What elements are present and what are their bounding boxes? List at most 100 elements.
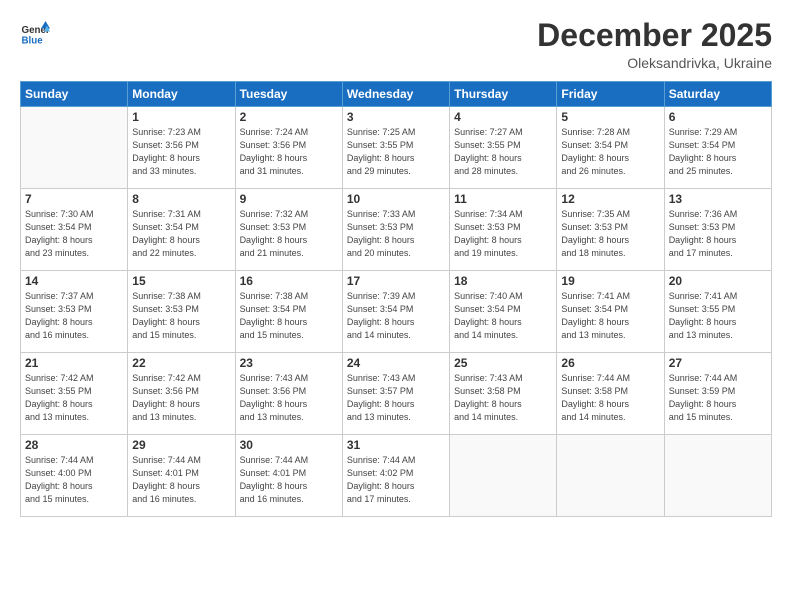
day-info: Sunrise: 7:44 AMSunset: 4:00 PMDaylight:… — [25, 454, 123, 506]
calendar-week-row: 28Sunrise: 7:44 AMSunset: 4:00 PMDayligh… — [21, 435, 772, 517]
calendar-cell: 10 Sunrise: 7:33 AMSunset: 3:53 PMDayligh… — [342, 189, 449, 271]
day-info: Sunrise: 7:35 AMSunset: 3:53 PMDaylight:… — [561, 208, 659, 260]
col-thursday: Thursday — [450, 82, 557, 107]
day-number: 6 — [669, 110, 767, 124]
day-number: 19 — [561, 274, 659, 288]
col-sunday: Sunday — [21, 82, 128, 107]
calendar-cell: 21 Sunrise: 7:42 AMSunset: 3:55 PMDayligh… — [21, 353, 128, 435]
calendar-cell: 20 Sunrise: 7:41 AMSunset: 3:55 PMDayligh… — [664, 271, 771, 353]
day-info: Sunrise: 7:43 AMSunset: 3:57 PMDaylight:… — [347, 372, 445, 424]
day-info: Sunrise: 7:43 AMSunset: 3:58 PMDaylight:… — [454, 372, 552, 424]
day-number: 24 — [347, 356, 445, 370]
calendar-cell: 24 Sunrise: 7:43 AMSunset: 3:57 PMDayligh… — [342, 353, 449, 435]
day-info: Sunrise: 7:42 AMSunset: 3:56 PMDaylight:… — [132, 372, 230, 424]
day-number: 13 — [669, 192, 767, 206]
calendar-cell: 5 Sunrise: 7:28 AMSunset: 3:54 PMDaylight… — [557, 107, 664, 189]
calendar-cell: 9 Sunrise: 7:32 AMSunset: 3:53 PMDaylight… — [235, 189, 342, 271]
calendar-cell: 18 Sunrise: 7:40 AMSunset: 3:54 PMDayligh… — [450, 271, 557, 353]
day-number: 12 — [561, 192, 659, 206]
day-info: Sunrise: 7:30 AMSunset: 3:54 PMDaylight:… — [25, 208, 123, 260]
logo-icon: General Blue — [20, 18, 50, 48]
svg-text:Blue: Blue — [22, 36, 44, 47]
day-number: 17 — [347, 274, 445, 288]
day-info: Sunrise: 7:44 AMSunset: 4:01 PMDaylight:… — [132, 454, 230, 506]
calendar-cell: 16 Sunrise: 7:38 AMSunset: 3:54 PMDayligh… — [235, 271, 342, 353]
calendar-week-row: 21 Sunrise: 7:42 AMSunset: 3:55 PMDayligh… — [21, 353, 772, 435]
day-number: 18 — [454, 274, 552, 288]
calendar-body: 1 Sunrise: 7:23 AMSunset: 3:56 PMDaylight… — [21, 107, 772, 517]
calendar-week-row: 1 Sunrise: 7:23 AMSunset: 3:56 PMDaylight… — [21, 107, 772, 189]
calendar-cell: 22 Sunrise: 7:42 AMSunset: 3:56 PMDayligh… — [128, 353, 235, 435]
day-number: 26 — [561, 356, 659, 370]
calendar-table: Sunday Monday Tuesday Wednesday Thursday… — [20, 81, 772, 517]
day-number: 10 — [347, 192, 445, 206]
day-number: 5 — [561, 110, 659, 124]
calendar-cell — [557, 435, 664, 517]
day-info: Sunrise: 7:38 AMSunset: 3:54 PMDaylight:… — [240, 290, 338, 342]
calendar-cell: 15Sunrise: 7:38 AMSunset: 3:53 PMDayligh… — [128, 271, 235, 353]
day-number: 11 — [454, 192, 552, 206]
calendar-cell: 7 Sunrise: 7:30 AMSunset: 3:54 PMDaylight… — [21, 189, 128, 271]
calendar-cell: 14 Sunrise: 7:37 AMSunset: 3:53 PMDayligh… — [21, 271, 128, 353]
day-info: Sunrise: 7:31 AMSunset: 3:54 PMDaylight:… — [132, 208, 230, 260]
calendar-page: General Blue December 2025 Oleksandrivka… — [0, 0, 792, 612]
calendar-week-row: 7 Sunrise: 7:30 AMSunset: 3:54 PMDaylight… — [21, 189, 772, 271]
day-info: Sunrise: 7:33 AMSunset: 3:53 PMDaylight:… — [347, 208, 445, 260]
day-number: 21 — [25, 356, 123, 370]
col-friday: Friday — [557, 82, 664, 107]
day-info: Sunrise: 7:44 AMSunset: 4:02 PMDaylight:… — [347, 454, 445, 506]
day-info: Sunrise: 7:41 AMSunset: 3:54 PMDaylight:… — [561, 290, 659, 342]
day-number: 16 — [240, 274, 338, 288]
day-info: Sunrise: 7:39 AMSunset: 3:54 PMDaylight:… — [347, 290, 445, 342]
day-number: 29 — [132, 438, 230, 452]
calendar-cell: 2 Sunrise: 7:24 AMSunset: 3:56 PMDaylight… — [235, 107, 342, 189]
day-number: 8 — [132, 192, 230, 206]
day-info: Sunrise: 7:29 AMSunset: 3:54 PMDaylight:… — [669, 126, 767, 178]
day-info: Sunrise: 7:44 AMSunset: 3:58 PMDaylight:… — [561, 372, 659, 424]
day-info: Sunrise: 7:37 AMSunset: 3:53 PMDaylight:… — [25, 290, 123, 342]
calendar-cell: 23Sunrise: 7:43 AMSunset: 3:56 PMDayligh… — [235, 353, 342, 435]
day-number: 14 — [25, 274, 123, 288]
calendar-week-row: 14 Sunrise: 7:37 AMSunset: 3:53 PMDayligh… — [21, 271, 772, 353]
day-number: 20 — [669, 274, 767, 288]
day-info: Sunrise: 7:32 AMSunset: 3:53 PMDaylight:… — [240, 208, 338, 260]
day-number: 30 — [240, 438, 338, 452]
day-number: 1 — [132, 110, 230, 124]
calendar-cell: 19 Sunrise: 7:41 AMSunset: 3:54 PMDayligh… — [557, 271, 664, 353]
day-info: Sunrise: 7:43 AMSunset: 3:56 PMDaylight:… — [240, 372, 338, 424]
day-info: Sunrise: 7:24 AMSunset: 3:56 PMDaylight:… — [240, 126, 338, 178]
calendar-cell: 25 Sunrise: 7:43 AMSunset: 3:58 PMDayligh… — [450, 353, 557, 435]
day-info: Sunrise: 7:36 AMSunset: 3:53 PMDaylight:… — [669, 208, 767, 260]
day-number: 2 — [240, 110, 338, 124]
col-monday: Monday — [128, 82, 235, 107]
logo: General Blue — [20, 18, 54, 48]
calendar-cell: 30Sunrise: 7:44 AMSunset: 4:01 PMDayligh… — [235, 435, 342, 517]
day-info: Sunrise: 7:40 AMSunset: 3:54 PMDaylight:… — [454, 290, 552, 342]
calendar-cell: 29 Sunrise: 7:44 AMSunset: 4:01 PMDayligh… — [128, 435, 235, 517]
title-block: December 2025 Oleksandrivka, Ukraine — [537, 18, 772, 71]
col-wednesday: Wednesday — [342, 82, 449, 107]
calendar-cell — [21, 107, 128, 189]
calendar-cell: 13 Sunrise: 7:36 AMSunset: 3:53 PMDayligh… — [664, 189, 771, 271]
day-info: Sunrise: 7:34 AMSunset: 3:53 PMDaylight:… — [454, 208, 552, 260]
day-info: Sunrise: 7:28 AMSunset: 3:54 PMDaylight:… — [561, 126, 659, 178]
day-info: Sunrise: 7:25 AMSunset: 3:55 PMDaylight:… — [347, 126, 445, 178]
day-number: 7 — [25, 192, 123, 206]
day-info: Sunrise: 7:44 AMSunset: 3:59 PMDaylight:… — [669, 372, 767, 424]
calendar-cell: 31Sunrise: 7:44 AMSunset: 4:02 PMDayligh… — [342, 435, 449, 517]
day-number: 27 — [669, 356, 767, 370]
calendar-cell: 4Sunrise: 7:27 AMSunset: 3:55 PMDaylight… — [450, 107, 557, 189]
day-number: 22 — [132, 356, 230, 370]
day-number: 9 — [240, 192, 338, 206]
day-number: 25 — [454, 356, 552, 370]
location-subtitle: Oleksandrivka, Ukraine — [537, 55, 772, 71]
day-info: Sunrise: 7:42 AMSunset: 3:55 PMDaylight:… — [25, 372, 123, 424]
calendar-cell: 17 Sunrise: 7:39 AMSunset: 3:54 PMDayligh… — [342, 271, 449, 353]
day-number: 3 — [347, 110, 445, 124]
calendar-cell — [664, 435, 771, 517]
calendar-cell: 11 Sunrise: 7:34 AMSunset: 3:53 PMDayligh… — [450, 189, 557, 271]
day-info: Sunrise: 7:27 AMSunset: 3:55 PMDaylight:… — [454, 126, 552, 178]
calendar-cell — [450, 435, 557, 517]
day-info: Sunrise: 7:41 AMSunset: 3:55 PMDaylight:… — [669, 290, 767, 342]
day-info: Sunrise: 7:23 AMSunset: 3:56 PMDaylight:… — [132, 126, 230, 178]
